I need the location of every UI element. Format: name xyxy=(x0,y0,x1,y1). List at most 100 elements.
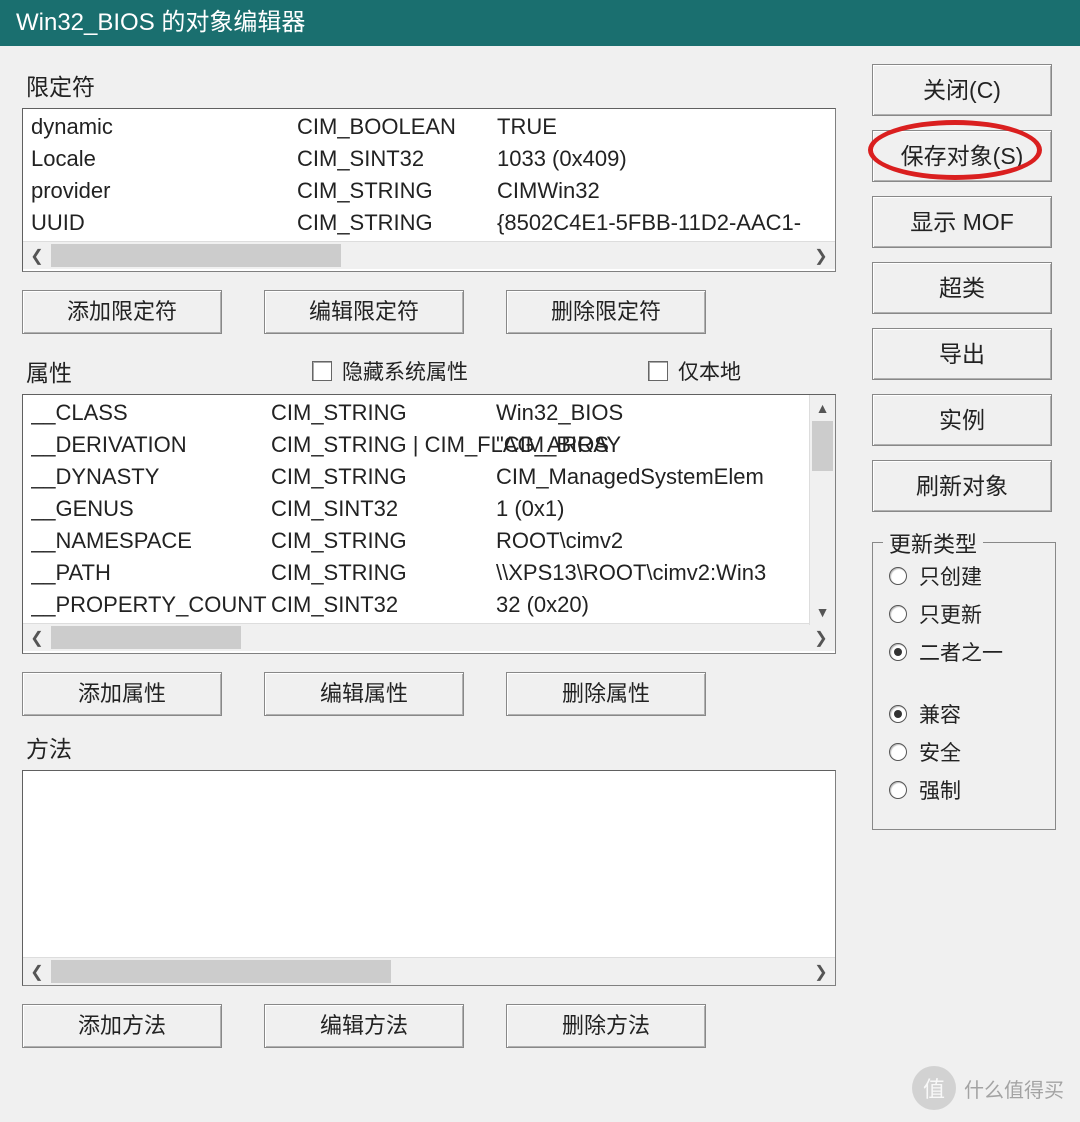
show-mof-button[interactable]: 显示 MOF xyxy=(872,196,1052,248)
radio-either-label: 二者之一 xyxy=(919,637,1003,667)
list-item[interactable]: __GENUSCIM_SINT321 (0x1) xyxy=(31,493,809,525)
property-value: "CIM_BIOS xyxy=(496,429,809,461)
save-object-button[interactable]: 保存对象(S) xyxy=(872,130,1052,182)
scroll-down-icon[interactable]: ▼ xyxy=(810,599,835,625)
watermark-badge-icon: 值 xyxy=(912,1066,956,1110)
list-item[interactable]: __PROPERTY_COUNTCIM_SINT3232 (0x20) xyxy=(31,589,809,621)
property-value: 1 (0x1) xyxy=(496,493,809,525)
qualifiers-listbox[interactable]: dynamicCIM_BOOLEANTRUELocaleCIM_SINT3210… xyxy=(22,108,836,272)
radio-create-only[interactable]: 只创建 xyxy=(889,557,1039,595)
property-type: CIM_STRING xyxy=(271,525,496,557)
properties-label: 属性 xyxy=(26,354,72,388)
list-item[interactable]: __PATHCIM_STRING\\XPS13\ROOT\cimv2:Win3 xyxy=(31,557,809,589)
qualifier-value: {8502C4E1-5FBB-11D2-AAC1- xyxy=(497,207,835,239)
property-value: Win32_BIOS xyxy=(496,397,809,429)
radio-create-only-label: 只创建 xyxy=(919,561,982,591)
close-button[interactable]: 关闭(C) xyxy=(872,64,1052,116)
watermark-text: 什么值得买 xyxy=(964,1074,1064,1103)
list-item[interactable]: __DYNASTYCIM_STRINGCIM_ManagedSystemElem xyxy=(31,461,809,493)
list-item[interactable]: __CLASSCIM_STRINGWin32_BIOS xyxy=(31,397,809,429)
qualifier-type: CIM_STRING xyxy=(297,207,497,239)
property-name: __NAMESPACE xyxy=(31,525,271,557)
properties-listbox[interactable]: __CLASSCIM_STRINGWin32_BIOS__DERIVATIONC… xyxy=(22,394,836,654)
scroll-right-icon[interactable]: ❯ xyxy=(807,242,835,269)
properties-hscrollbar[interactable]: ❮ ❯ xyxy=(23,623,835,651)
scroll-left-icon[interactable]: ❮ xyxy=(23,958,51,985)
scroll-left-icon[interactable]: ❮ xyxy=(23,242,51,269)
qualifier-value: CIMWin32 xyxy=(497,175,835,207)
qualifiers-hscrollbar[interactable]: ❮ ❯ xyxy=(23,241,835,269)
export-button[interactable]: 导出 xyxy=(872,328,1052,380)
refresh-object-button[interactable]: 刷新对象 xyxy=(872,460,1052,512)
qualifier-name: dynamic xyxy=(31,111,297,143)
delete-qualifier-button[interactable]: 删除限定符 xyxy=(506,290,706,334)
methods-hscrollbar[interactable]: ❮ ❯ xyxy=(23,957,835,985)
properties-vscrollbar[interactable]: ▲ ▼ xyxy=(809,395,835,625)
qualifier-name: provider xyxy=(31,175,297,207)
qualifier-name: Locale xyxy=(31,143,297,175)
qualifier-type: CIM_BOOLEAN xyxy=(297,111,497,143)
radio-force[interactable]: 强制 xyxy=(889,771,1039,809)
property-type: CIM_SINT32 xyxy=(271,493,496,525)
property-type: CIM_SINT32 xyxy=(271,589,496,621)
radio-update-only[interactable]: 只更新 xyxy=(889,595,1039,633)
local-only-label: 仅本地 xyxy=(678,356,741,386)
list-item[interactable]: __NAMESPACECIM_STRINGROOT\cimv2 xyxy=(31,525,809,557)
list-item[interactable]: dynamicCIM_BOOLEANTRUE xyxy=(31,111,835,143)
radio-either[interactable]: 二者之一 xyxy=(889,633,1039,671)
superclass-button[interactable]: 超类 xyxy=(872,262,1052,314)
qualifier-value: 1033 (0x409) xyxy=(497,143,835,175)
list-item[interactable]: __DERIVATIONCIM_STRING | CIM_FLAG_ARRAY"… xyxy=(31,429,809,461)
update-type-legend: 更新类型 xyxy=(883,527,983,559)
radio-safe-label: 安全 xyxy=(919,737,961,767)
property-value: ROOT\cimv2 xyxy=(496,525,809,557)
property-type: CIM_STRING | CIM_FLAG_ARRAY xyxy=(271,429,496,461)
update-type-group: 更新类型 只创建 只更新 二者之一 兼容 安全 xyxy=(872,542,1056,830)
scroll-right-icon[interactable]: ❯ xyxy=(807,624,835,651)
list-item[interactable]: providerCIM_STRINGCIMWin32 xyxy=(31,175,835,207)
delete-property-button[interactable]: 删除属性 xyxy=(506,672,706,716)
edit-qualifier-button[interactable]: 编辑限定符 xyxy=(264,290,464,334)
property-name: __DYNASTY xyxy=(31,461,271,493)
add-qualifier-button[interactable]: 添加限定符 xyxy=(22,290,222,334)
property-type: CIM_STRING xyxy=(271,461,496,493)
property-name: __PATH xyxy=(31,557,271,589)
delete-method-button[interactable]: 删除方法 xyxy=(506,1004,706,1048)
radio-compatible-label: 兼容 xyxy=(919,699,961,729)
scroll-right-icon[interactable]: ❯ xyxy=(807,958,835,985)
qualifier-type: CIM_STRING xyxy=(297,175,497,207)
main-panel: 限定符 dynamicCIM_BOOLEANTRUELocaleCIM_SINT… xyxy=(22,64,854,1056)
qualifier-value: TRUE xyxy=(497,111,835,143)
radio-update-only-label: 只更新 xyxy=(919,599,982,629)
hide-system-props-checkbox[interactable] xyxy=(312,361,332,381)
property-name: __PROPERTY_COUNT xyxy=(31,589,271,621)
instance-button[interactable]: 实例 xyxy=(872,394,1052,446)
property-type: CIM_STRING xyxy=(271,397,496,429)
property-value: \\XPS13\ROOT\cimv2:Win3 xyxy=(496,557,809,589)
scroll-up-icon[interactable]: ▲ xyxy=(810,395,835,421)
property-value: 32 (0x20) xyxy=(496,589,809,621)
local-only-checkbox[interactable] xyxy=(648,361,668,381)
property-type: CIM_STRING xyxy=(271,557,496,589)
methods-listbox[interactable]: ❮ ❯ xyxy=(22,770,836,986)
list-item[interactable]: UUIDCIM_STRING{8502C4E1-5FBB-11D2-AAC1- xyxy=(31,207,835,239)
add-property-button[interactable]: 添加属性 xyxy=(22,672,222,716)
radio-safe[interactable]: 安全 xyxy=(889,733,1039,771)
hide-system-props-label: 隐藏系统属性 xyxy=(342,356,468,386)
qualifiers-label: 限定符 xyxy=(26,68,854,102)
window-title: Win32_BIOS 的对象编辑器 xyxy=(0,0,1080,46)
scroll-left-icon[interactable]: ❮ xyxy=(23,624,51,651)
list-item[interactable]: LocaleCIM_SINT321033 (0x409) xyxy=(31,143,835,175)
property-name: __GENUS xyxy=(31,493,271,525)
edit-property-button[interactable]: 编辑属性 xyxy=(264,672,464,716)
watermark: 值 什么值得买 xyxy=(912,1062,1072,1114)
qualifier-name: UUID xyxy=(31,207,297,239)
add-method-button[interactable]: 添加方法 xyxy=(22,1004,222,1048)
side-buttons-panel: 关闭(C) 保存对象(S) 显示 MOF 超类 导出 实例 刷新对象 更新类型 … xyxy=(872,64,1068,1056)
edit-method-button[interactable]: 编辑方法 xyxy=(264,1004,464,1048)
methods-label: 方法 xyxy=(26,730,854,764)
radio-compatible[interactable]: 兼容 xyxy=(889,695,1039,733)
qualifier-type: CIM_SINT32 xyxy=(297,143,497,175)
property-value: CIM_ManagedSystemElem xyxy=(496,461,809,493)
property-name: __DERIVATION xyxy=(31,429,271,461)
